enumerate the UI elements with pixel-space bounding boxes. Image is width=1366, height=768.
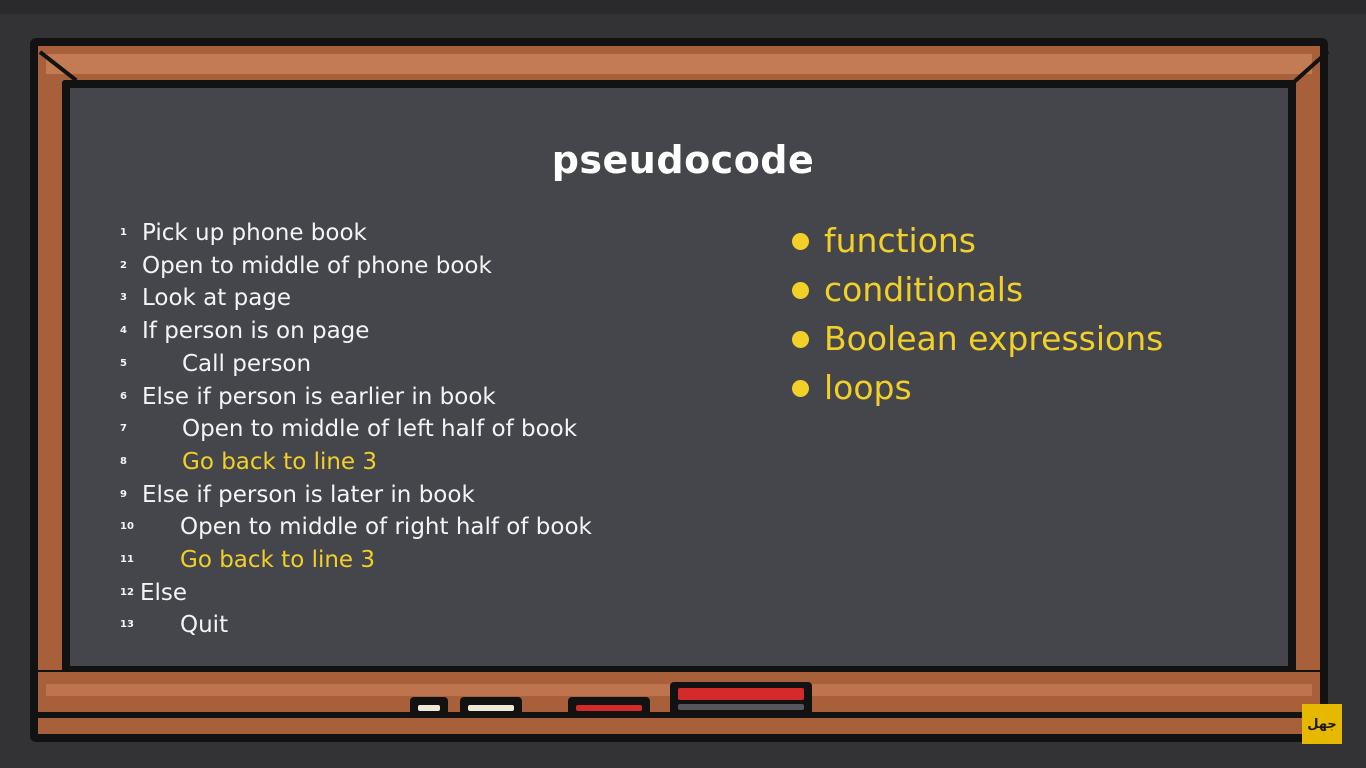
line-text: Else if person is later in book: [142, 481, 475, 508]
line-text: Look at page: [142, 285, 292, 312]
line-number: 9: [120, 488, 127, 500]
bullet-dot-icon: [792, 380, 809, 397]
line-number: 1: [120, 227, 127, 238]
channel-logo: جهل: [1302, 704, 1342, 744]
line-text: Else if person is earlier in book: [142, 383, 496, 410]
line-number: 5: [120, 357, 127, 369]
line-number: 13: [120, 619, 134, 631]
concept-label: Boolean expressions: [824, 319, 1164, 358]
line-number: 3: [120, 292, 127, 304]
line-text: Quit: [180, 612, 229, 639]
line-number: 10: [120, 521, 134, 533]
bullet-dot-icon: [792, 233, 809, 250]
line-text: Open to middle of right half of book: [180, 514, 592, 541]
chalk-piece-white: [460, 697, 522, 715]
line-text: Call person: [182, 350, 312, 377]
line-text: Else: [140, 579, 188, 606]
line-text: Open to middle of left half of book: [182, 416, 578, 443]
concept-label: functions: [824, 221, 976, 260]
line-number: 7: [120, 423, 127, 435]
chalk-piece-small: [410, 697, 448, 715]
line-number: 4: [120, 325, 127, 337]
line-number: 6: [120, 390, 127, 402]
line-number: 12: [120, 586, 134, 598]
slide-title: pseudocode: [551, 138, 815, 182]
chalk-piece-red: [568, 697, 650, 715]
line-number: 11: [120, 554, 134, 565]
bullet-dot-icon: [792, 282, 809, 299]
bullet-dot-icon: [792, 331, 809, 348]
line-number: 8: [120, 455, 127, 467]
frame-highlight: [46, 54, 1312, 74]
concept-label: conditionals: [824, 270, 1024, 309]
line-text: If person is on page: [142, 318, 370, 345]
line-text: Open to middle of phone book: [142, 252, 492, 279]
line-text: Go back to line 3: [182, 448, 378, 475]
concept-label: loops: [824, 368, 912, 407]
line-number: 2: [120, 259, 127, 271]
line-text: Pick up phone book: [142, 220, 367, 246]
video-frame: pseudocode 1 Pick up phone book 2 Open to m…: [0, 0, 1366, 768]
top-band: [0, 0, 1366, 14]
board-eraser: [670, 682, 812, 716]
line-text: Go back to line 3: [180, 547, 376, 573]
